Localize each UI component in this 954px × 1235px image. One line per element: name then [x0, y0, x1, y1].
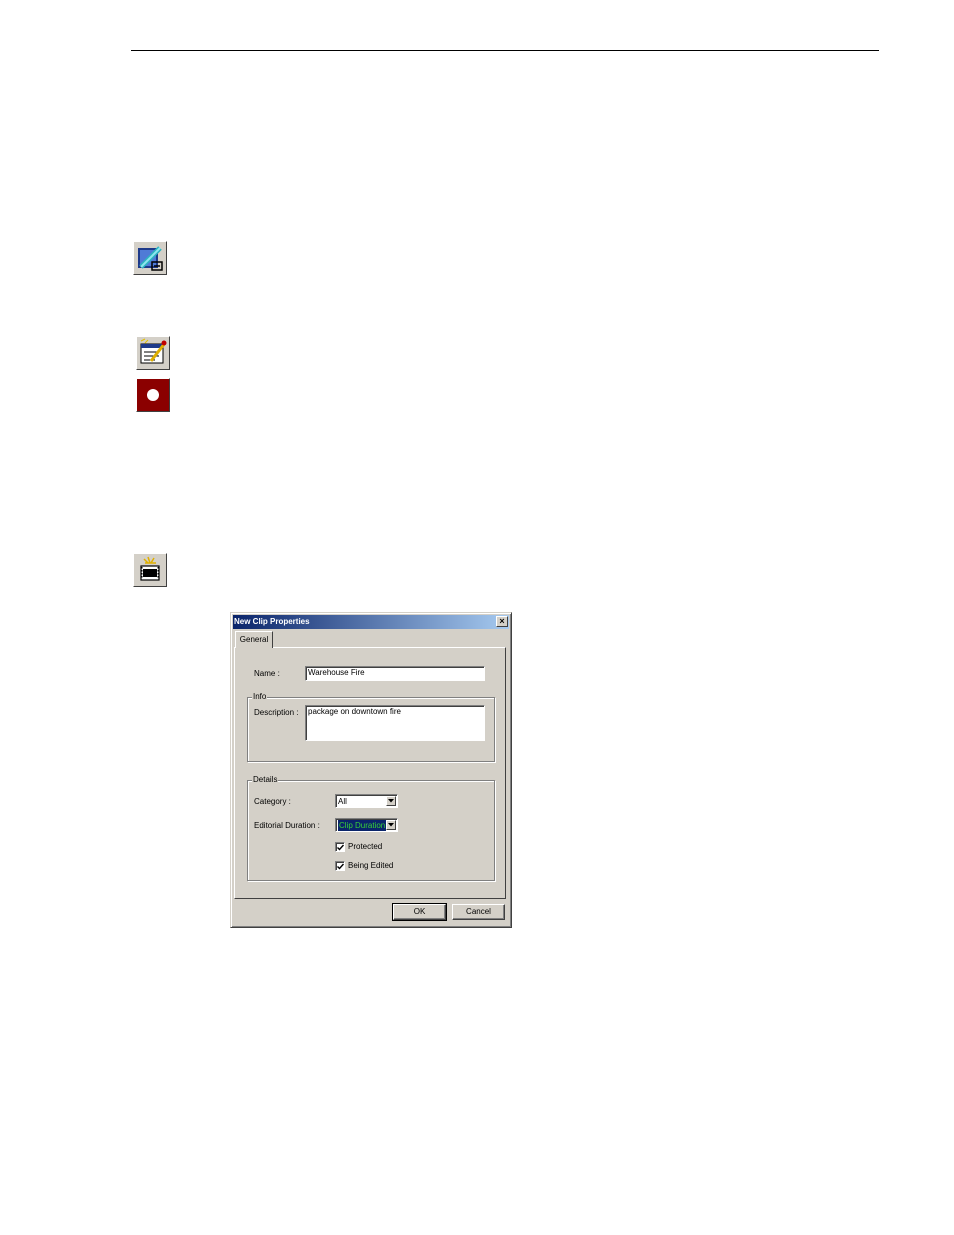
- name-input[interactable]: Warehouse Fire: [305, 666, 485, 681]
- chevron-down-icon[interactable]: [386, 796, 396, 806]
- ok-button[interactable]: OK: [392, 903, 447, 921]
- clip-properties-icon[interactable]: [136, 336, 170, 370]
- chevron-down-icon[interactable]: [386, 820, 396, 830]
- category-value: All: [338, 797, 347, 806]
- dialog-title: New Clip Properties: [234, 617, 310, 626]
- editorial-duration-value: Clip Duration: [338, 820, 387, 831]
- new-clip-icon[interactable]: [133, 553, 167, 587]
- protected-label: Protected: [348, 842, 383, 851]
- tab-general[interactable]: General: [235, 631, 273, 648]
- cancel-button[interactable]: Cancel: [452, 904, 505, 920]
- being-edited-label: Being Edited: [348, 861, 394, 870]
- record-icon[interactable]: [136, 378, 170, 412]
- protected-checkbox[interactable]: [335, 842, 345, 852]
- editorial-duration-label: Editorial Duration :: [254, 821, 320, 830]
- close-button[interactable]: ×: [496, 616, 508, 627]
- details-legend: Details: [252, 775, 279, 785]
- name-label: Name :: [254, 669, 280, 678]
- category-label: Category :: [254, 797, 291, 806]
- page-header-rule: [131, 50, 879, 51]
- description-label: Description :: [254, 708, 299, 717]
- info-legend: Info: [252, 692, 268, 702]
- description-textarea[interactable]: package on downtown fire: [305, 705, 485, 741]
- editorial-duration-select[interactable]: Clip Duration: [335, 818, 398, 832]
- being-edited-checkbox[interactable]: [335, 861, 345, 871]
- edit-tool-icon[interactable]: [133, 241, 167, 275]
- dialog-titlebar[interactable]: New Clip Properties ×: [233, 615, 509, 629]
- category-select[interactable]: All: [335, 794, 398, 808]
